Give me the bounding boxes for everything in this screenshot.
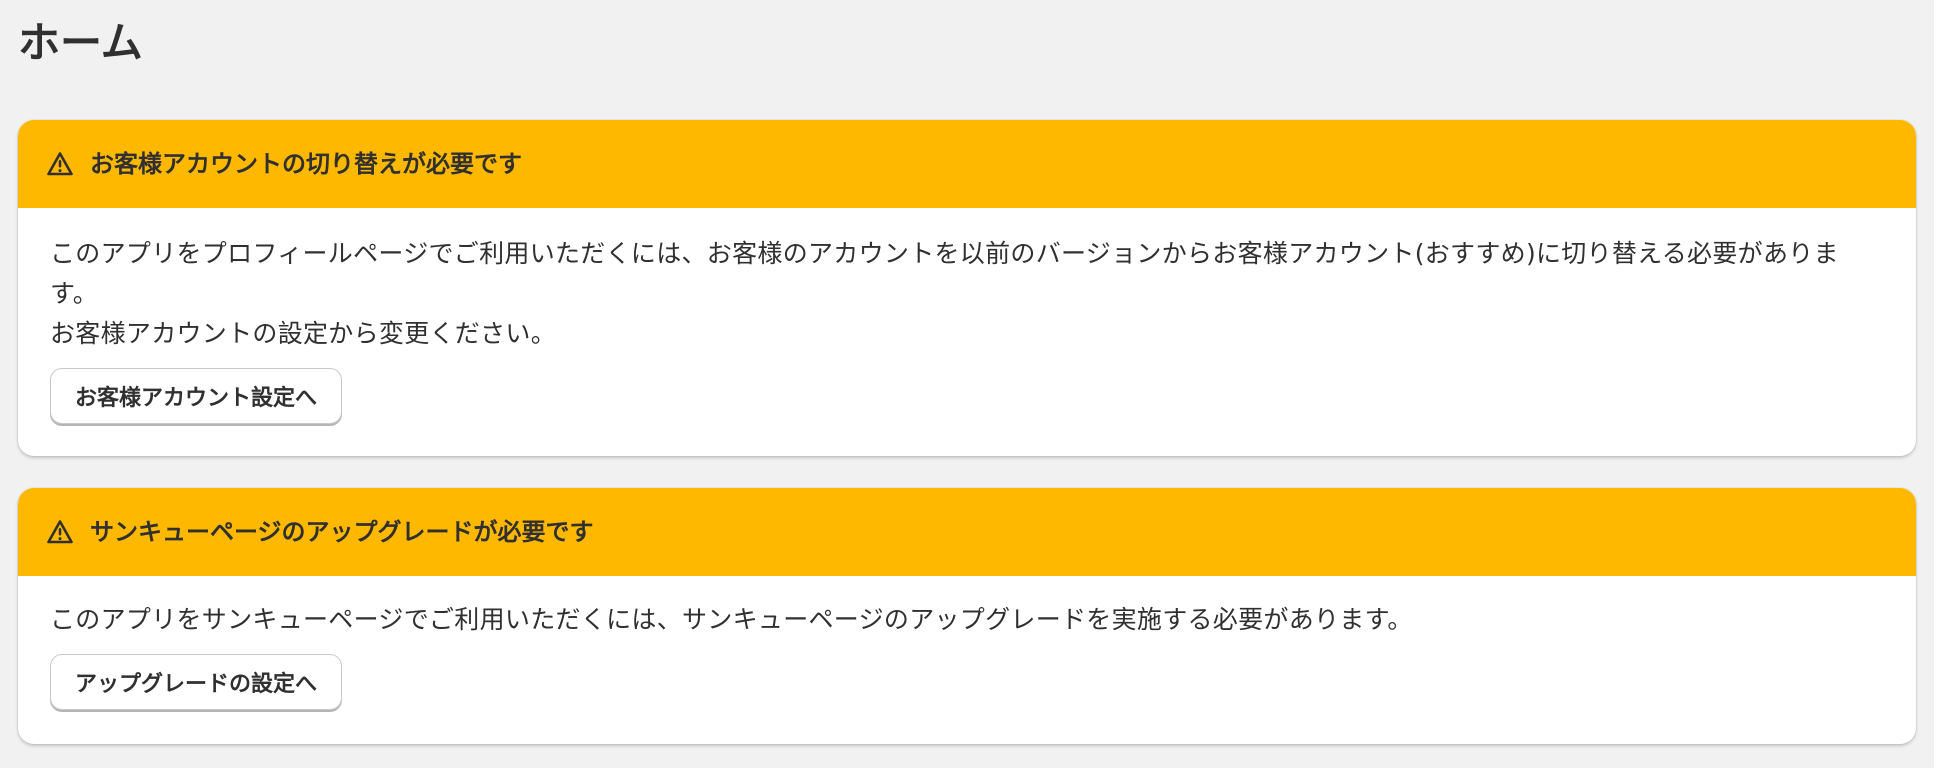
warning-icon	[46, 150, 74, 178]
notice-header: お客様アカウントの切り替えが必要です	[18, 120, 1916, 208]
notice-instruction: お客様アカウントの設定から変更ください。	[50, 319, 557, 348]
upgrade-settings-button[interactable]: アップグレードの設定へ	[50, 654, 343, 710]
notice-title: サンキューページのアップグレードが必要です	[90, 518, 594, 546]
notice-body: このアプリをサンキューページでご利用いただくには、サンキューページのアップグレー…	[18, 576, 1916, 710]
customer-account-settings-button[interactable]: お客様アカウント設定へ	[50, 368, 343, 424]
notice-title: お客様アカウントの切り替えが必要です	[90, 150, 522, 178]
notice-message: このアプリをサンキューページでご利用いただくには、サンキューページのアップグレー…	[50, 605, 1413, 634]
notice-message: このアプリをプロフィールページでご利用いただくには、お客様のアカウントを以前のバ…	[50, 239, 1839, 308]
notice-header: サンキューページのアップグレードが必要です	[18, 488, 1916, 576]
warning-icon	[46, 518, 74, 546]
home-page: ホーム お客様アカウントの切り替えが必要です このアプリをプロフィールページでご…	[0, 0, 1934, 768]
account-switch-notice: お客様アカウントの切り替えが必要です このアプリをプロフィールページでご利用いた…	[18, 120, 1916, 456]
thank-you-page-upgrade-notice: サンキューページのアップグレードが必要です このアプリをサンキューページでご利用…	[18, 488, 1916, 744]
notice-body: このアプリをプロフィールページでご利用いただくには、お客様のアカウントを以前のバ…	[18, 208, 1916, 424]
page-title: ホーム	[18, 18, 143, 67]
